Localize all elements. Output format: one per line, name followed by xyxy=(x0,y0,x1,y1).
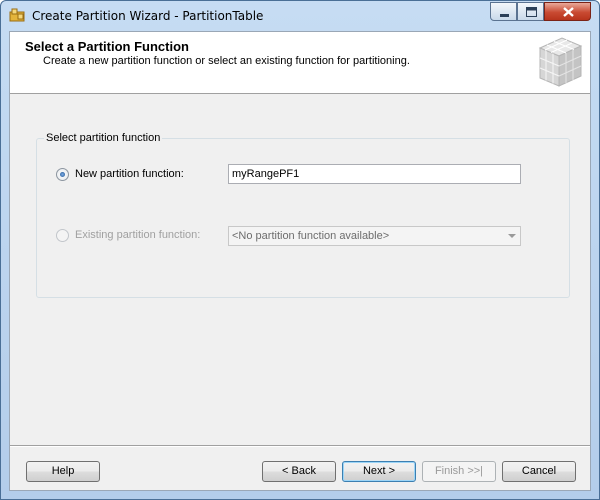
help-button[interactable]: Help xyxy=(26,461,100,482)
maximize-icon xyxy=(526,7,537,17)
page-subtitle: Create a new partition function or selec… xyxy=(43,55,410,67)
footer-separator xyxy=(10,445,590,447)
existing-function-combo-value: <No partition function available> xyxy=(232,230,390,242)
maximize-button[interactable] xyxy=(517,2,544,21)
existing-function-combo[interactable]: <No partition function available> xyxy=(228,226,521,246)
wizard-header: Select a Partition Function Create a new… xyxy=(10,32,590,94)
finish-button[interactable]: Finish >>| xyxy=(422,461,496,482)
existing-function-label[interactable]: Existing partition function: xyxy=(75,229,200,241)
cube-graphic-icon xyxy=(538,37,583,87)
minimize-icon xyxy=(500,14,509,17)
new-function-radio[interactable] xyxy=(56,168,69,181)
chevron-down-icon xyxy=(508,234,516,238)
database-wizard-icon xyxy=(9,8,25,22)
title-bar[interactable]: Create Partition Wizard - PartitionTable xyxy=(1,1,599,29)
group-legend: Select partition function xyxy=(44,132,163,144)
wizard-client-area: Select a Partition Function Create a new… xyxy=(9,31,591,491)
partition-function-group xyxy=(36,138,570,298)
window-title: Create Partition Wizard - PartitionTable xyxy=(32,9,264,23)
back-button[interactable]: < Back xyxy=(262,461,336,482)
new-function-name-input[interactable] xyxy=(228,164,521,184)
existing-function-radio[interactable] xyxy=(56,229,69,242)
minimize-button[interactable] xyxy=(490,2,517,21)
new-function-label[interactable]: New partition function: xyxy=(75,168,184,180)
next-button[interactable]: Next > xyxy=(342,461,416,482)
close-icon xyxy=(563,7,574,17)
cancel-button[interactable]: Cancel xyxy=(502,461,576,482)
wizard-window: Create Partition Wizard - PartitionTable… xyxy=(0,0,600,500)
radio-selected-dot xyxy=(60,172,65,177)
close-button[interactable] xyxy=(544,2,591,21)
page-title: Select a Partition Function xyxy=(25,39,189,54)
